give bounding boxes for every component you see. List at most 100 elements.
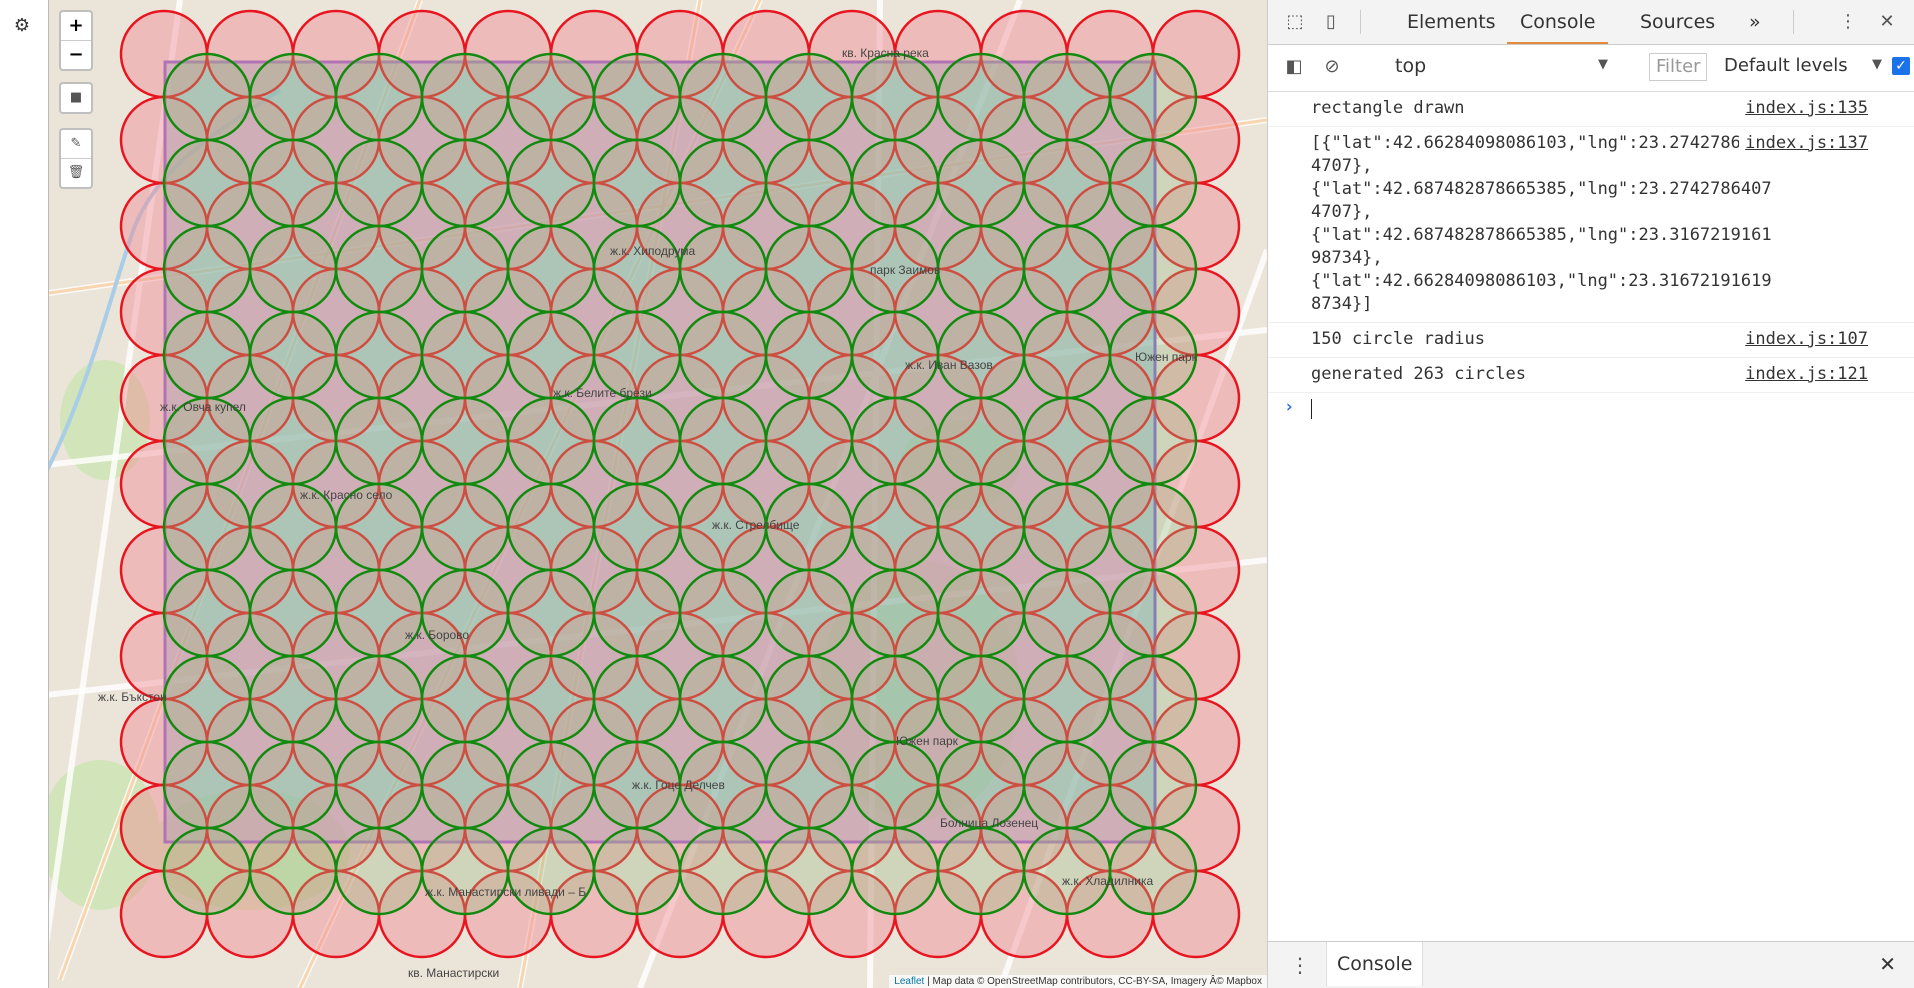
green-circle — [678, 52, 768, 142]
green-circle — [850, 826, 940, 916]
devtools-tabbar: ⬚ ▯ Elements Console Sources » ⋮ ✕ — [1268, 0, 1914, 45]
green-circle — [334, 568, 424, 658]
close-icon[interactable]: ✕ — [1874, 10, 1900, 34]
green-circle — [936, 654, 1026, 744]
green-circle — [764, 310, 854, 400]
green-circle — [506, 396, 596, 486]
green-circle — [936, 224, 1026, 314]
tab-console[interactable]: Console — [1507, 0, 1609, 44]
tab-elements[interactable]: Elements — [1407, 0, 1496, 44]
green-circle — [162, 310, 252, 400]
green-circle — [936, 138, 1026, 228]
kebab-menu-icon[interactable]: ⋮ — [1290, 953, 1310, 977]
green-circle — [162, 224, 252, 314]
delete-layers-button[interactable]: 🗑 — [61, 159, 91, 187]
green-circle — [1022, 52, 1112, 142]
green-circle — [1108, 826, 1198, 916]
green-circle — [1022, 138, 1112, 228]
green-circle — [420, 396, 510, 486]
green-circle — [850, 396, 940, 486]
green-circle — [850, 138, 940, 228]
more-tabs-button[interactable]: » — [1749, 0, 1761, 44]
checkbox-icon[interactable]: ✓ — [1892, 57, 1910, 75]
edit-layers-button[interactable]: ✎ — [61, 130, 91, 159]
green-circle — [334, 138, 424, 228]
green-circle — [1022, 396, 1112, 486]
filter-input[interactable]: Filter — [1649, 53, 1707, 81]
log-levels-dropdown[interactable]: Default levels — [1724, 55, 1848, 76]
context-selector[interactable]: top — [1395, 55, 1426, 77]
green-circle — [334, 52, 424, 142]
gear-icon[interactable]: ⚙ — [10, 14, 34, 38]
green-circle — [248, 740, 338, 830]
chevron-down-icon[interactable]: ▼ — [1598, 57, 1608, 72]
map-view[interactable]: ⚙ + − ■ ✎ 🗑 кв. Красна река ж.к. Хиподрум… — [0, 0, 1267, 988]
green-circle — [248, 138, 338, 228]
source-link[interactable]: index.js:135 — [1739, 97, 1868, 120]
map-canvas[interactable] — [0, 0, 1267, 988]
zoom-in-button[interactable]: + — [61, 12, 91, 41]
left-panel: ⚙ — [0, 0, 49, 988]
divider — [1360, 10, 1361, 34]
green-circle — [420, 310, 510, 400]
console-messages: rectangle drawn index.js:135 [{"lat":42.… — [1268, 92, 1914, 425]
green-circle — [162, 52, 252, 142]
leaflet-link[interactable]: Leaflet — [894, 976, 924, 987]
map-place-label: ж.к. Белите брези — [553, 386, 652, 400]
green-circle — [764, 396, 854, 486]
kebab-menu-icon[interactable]: ⋮ — [1835, 10, 1861, 34]
map-place-label: Болница Лозенец — [940, 816, 1039, 830]
map-attribution: Leaflet | Map data © OpenStreetMap contr… — [889, 975, 1267, 988]
green-circle — [248, 568, 338, 658]
console-prompt[interactable]: › — [1268, 393, 1914, 425]
green-circle — [764, 740, 854, 830]
source-link[interactable]: index.js:137 — [1739, 132, 1868, 155]
green-circle — [334, 654, 424, 744]
drawer-tab-console[interactable]: Console — [1326, 942, 1424, 986]
sidebar-toggle-icon[interactable]: ◧ — [1282, 56, 1306, 77]
green-circle — [248, 52, 338, 142]
green-circle — [850, 568, 940, 658]
green-circle — [506, 138, 596, 228]
map-place-label: кв. Красна река — [842, 46, 929, 60]
green-circle — [248, 654, 338, 744]
green-circle — [506, 826, 596, 916]
map-place-label: Южен парк — [896, 734, 958, 748]
map-place-label: ж.к. Хладилника — [1062, 874, 1154, 888]
map-place-label: ж.к. Гоце Делчев — [632, 778, 725, 792]
map-place-label: ж.к. Борово — [405, 628, 470, 642]
draw-rectangle-button[interactable]: ■ — [61, 84, 91, 112]
green-circle — [334, 224, 424, 314]
close-icon[interactable]: ✕ — [1879, 952, 1896, 976]
source-link[interactable]: index.js:107 — [1739, 328, 1868, 351]
green-circle — [1108, 568, 1198, 658]
map-place-label: ж.к. Хиподрума — [610, 244, 696, 258]
green-circle — [420, 224, 510, 314]
green-circle — [248, 396, 338, 486]
green-circle — [592, 52, 682, 142]
green-circle — [764, 52, 854, 142]
chevron-down-icon[interactable]: ▼ — [1872, 57, 1882, 72]
green-circle — [936, 310, 1026, 400]
source-link[interactable]: index.js:121 — [1739, 363, 1868, 386]
device-toolbar-icon[interactable]: ▯ — [1318, 10, 1344, 34]
trash-icon: 🗑 — [67, 165, 85, 180]
inspect-icon[interactable]: ⬚ — [1282, 10, 1308, 34]
clear-console-icon[interactable]: ⊘ — [1320, 56, 1344, 77]
tab-sources[interactable]: Sources — [1640, 0, 1715, 44]
green-circle — [506, 482, 596, 572]
green-circle — [1022, 482, 1112, 572]
console-drawer: ⋮ Console ✕ — [1268, 941, 1914, 988]
green-circle — [162, 138, 252, 228]
green-circle — [248, 224, 338, 314]
divider — [1793, 10, 1794, 34]
green-circle — [1108, 740, 1198, 830]
green-circle — [248, 310, 338, 400]
zoom-out-button[interactable]: − — [61, 41, 91, 69]
green-circle — [1022, 654, 1112, 744]
green-circle — [162, 482, 252, 572]
green-circle — [1108, 224, 1198, 314]
green-circle — [420, 138, 510, 228]
green-circle — [678, 826, 768, 916]
console-message: [{"lat":42.66284098086103,"lng":23.27427… — [1268, 127, 1914, 323]
